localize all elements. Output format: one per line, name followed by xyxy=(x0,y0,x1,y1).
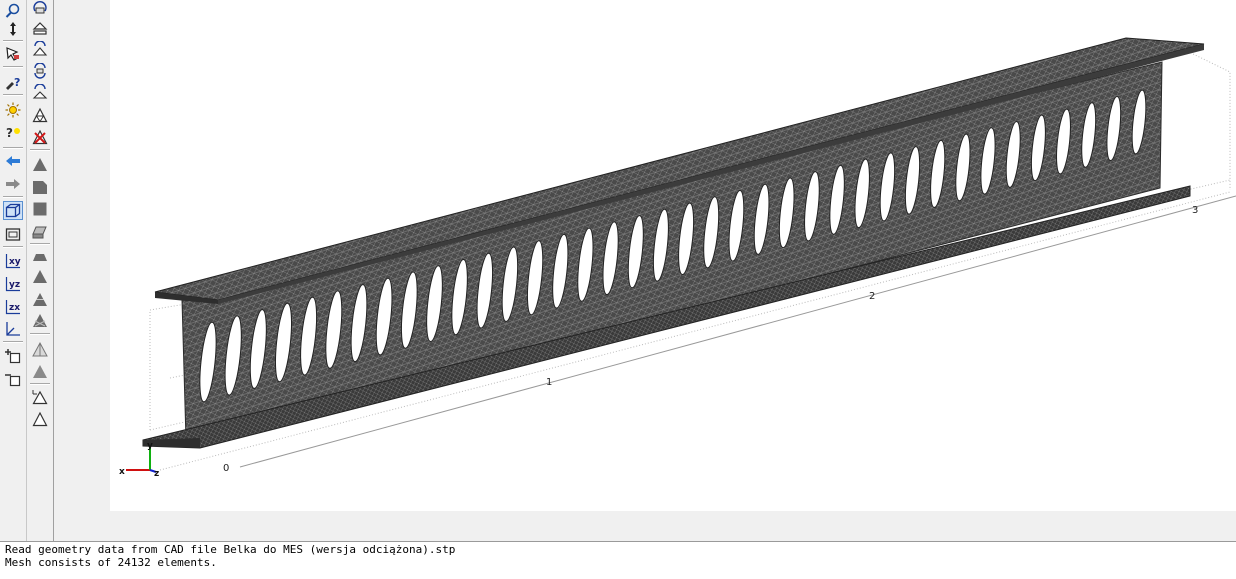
beam-model: 0 1 2 3 x y z xyxy=(119,37,1236,479)
triangle-wire-xy-icon[interactable] xyxy=(30,387,50,406)
mesh-delete-icon[interactable] xyxy=(30,127,50,146)
svg-text:?: ? xyxy=(6,126,13,140)
triangle-wire-icon[interactable] xyxy=(30,409,50,428)
solid-triangle-icon[interactable] xyxy=(30,154,50,173)
select-pointer-icon[interactable] xyxy=(3,44,23,63)
triad-z-label: z xyxy=(154,469,159,479)
plane-yz-label: yz xyxy=(9,280,20,290)
axis-tick-0: 0 xyxy=(223,463,229,474)
i-beam xyxy=(142,37,1205,449)
triangle-outline-shaded-icon[interactable] xyxy=(30,339,50,358)
mesh-triangle-icon[interactable] xyxy=(30,105,50,124)
face-icon[interactable] xyxy=(30,177,50,196)
arrow-left-icon[interactable] xyxy=(3,151,23,170)
axes-icon[interactable] xyxy=(3,319,23,338)
zoom-icon[interactable] xyxy=(3,1,23,20)
axis-tick-3: 3 xyxy=(1192,205,1198,216)
solid-square-icon[interactable] xyxy=(30,199,50,218)
plane-xy-icon[interactable]: xy xyxy=(3,251,23,270)
plane-xy-label: xy xyxy=(9,257,21,267)
front-view-icon[interactable] xyxy=(3,224,23,243)
console-line: Read geometry data from CAD file Belka d… xyxy=(5,543,456,556)
axis-tick-2: 2 xyxy=(869,291,875,302)
axis-tick-1: 1 xyxy=(546,377,552,388)
plane-zx-label: zx xyxy=(9,303,20,313)
arrow-right-icon[interactable] xyxy=(3,174,23,193)
triangle-cross-icon[interactable] xyxy=(30,310,50,329)
triad-x-label: x xyxy=(119,467,125,477)
triangle-gray-icon[interactable] xyxy=(30,361,50,380)
remove-window-icon[interactable] xyxy=(3,369,23,388)
triangle-shaded-icon[interactable] xyxy=(30,266,50,285)
triangle-split-icon[interactable] xyxy=(30,289,50,308)
perspective-view-icon[interactable] xyxy=(3,201,23,220)
hint-icon[interactable]: ? xyxy=(3,123,23,142)
view-toolbar: ? ? xy yz zx xyxy=(0,0,27,541)
light-icon[interactable] xyxy=(3,100,23,119)
plane-yz-icon[interactable]: yz xyxy=(3,274,23,293)
rotate-icon[interactable] xyxy=(30,0,50,16)
add-window-icon[interactable] xyxy=(3,346,23,365)
mesh-cycle-icon[interactable] xyxy=(30,82,50,101)
console-line: Mesh consists of 24132 elements. xyxy=(5,556,217,569)
pan-icon[interactable] xyxy=(3,19,23,38)
refresh-mesh-icon[interactable] xyxy=(30,61,50,80)
solid-dome-icon[interactable] xyxy=(30,245,50,264)
rotate-mesh-icon[interactable] xyxy=(30,39,50,58)
eject-icon[interactable] xyxy=(30,18,50,37)
mesh-toolbar xyxy=(27,0,54,541)
triad-y-label: y xyxy=(147,441,153,451)
shaded-body-icon[interactable] xyxy=(30,222,50,241)
graphics-viewport[interactable]: 0 1 2 3 x y z xyxy=(54,0,1236,541)
svg-text:?: ? xyxy=(14,76,20,89)
query-icon[interactable]: ? xyxy=(3,73,23,92)
plane-zx-icon[interactable]: zx xyxy=(3,297,23,316)
message-console[interactable]: Read geometry data from CAD file Belka d… xyxy=(0,541,1236,579)
model-canvas[interactable]: 0 1 2 3 x y z xyxy=(110,0,1236,511)
